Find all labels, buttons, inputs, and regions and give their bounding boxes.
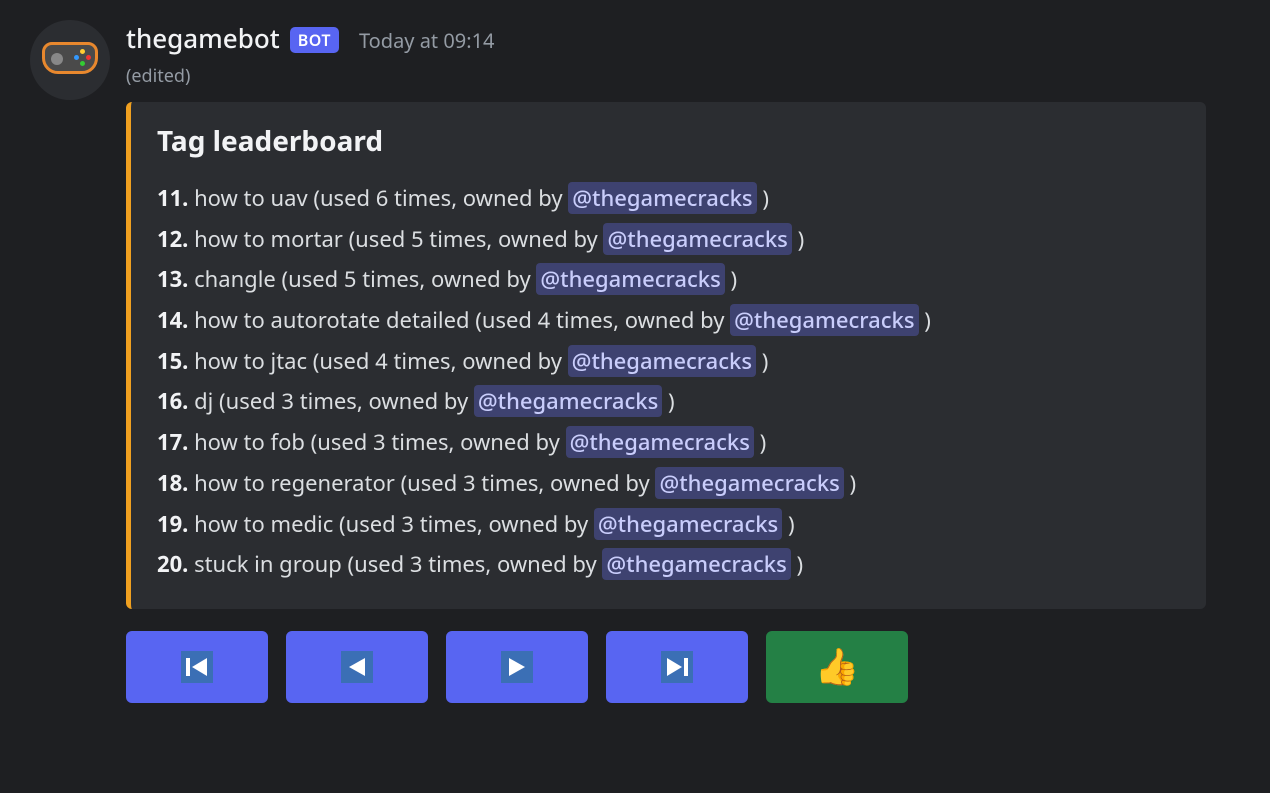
prev-page-button[interactable] xyxy=(286,631,428,703)
leaderboard-row: 17. how to fob (used 3 times, owned by @… xyxy=(157,422,1180,463)
user-mention[interactable]: @thegamecracks xyxy=(568,182,756,214)
rank: 11. xyxy=(157,183,188,213)
last-page-button[interactable] xyxy=(606,631,748,703)
rank: 18. xyxy=(157,468,188,498)
leaderboard-row: 14. how to autorotate detailed (used 4 t… xyxy=(157,300,1180,341)
rank: 16. xyxy=(157,386,188,416)
first-page-button[interactable] xyxy=(126,631,268,703)
username[interactable]: thegamebot xyxy=(126,20,280,56)
next-page-button[interactable] xyxy=(446,631,588,703)
buttons-row: 👍 xyxy=(126,631,1240,703)
rank: 14. xyxy=(157,305,188,335)
user-mention[interactable]: @thegamecracks xyxy=(536,263,724,295)
user-mention[interactable]: @thegamecracks xyxy=(568,345,756,377)
leaderboard-row: 13. changle (used 5 times, owned by @the… xyxy=(157,259,1180,300)
rank: 19. xyxy=(157,509,188,539)
avatar-controller-icon xyxy=(42,42,98,78)
user-mention[interactable]: @thegamecracks xyxy=(594,508,782,540)
skip-forward-icon xyxy=(657,647,697,687)
message-container: thegamebot BOT Today at 09:14 (edited) T… xyxy=(30,20,1240,703)
edited-label: (edited) xyxy=(126,64,1240,88)
message-header: thegamebot BOT Today at 09:14 xyxy=(126,20,1240,56)
user-mention[interactable]: @thegamecracks xyxy=(730,304,918,336)
embed-title: Tag leaderboard xyxy=(157,122,1180,160)
leaderboard-row: 16. dj (used 3 times, owned by @thegamec… xyxy=(157,381,1180,422)
rank: 15. xyxy=(157,346,188,376)
embed-body: 11. how to uav (used 6 times, owned by @… xyxy=(157,178,1180,585)
skip-back-icon xyxy=(177,647,217,687)
user-mention[interactable]: @thegamecracks xyxy=(474,385,662,417)
leaderboard-row: 18. how to regenerator (used 3 times, ow… xyxy=(157,463,1180,504)
play-back-icon xyxy=(337,647,377,687)
user-mention[interactable]: @thegamecracks xyxy=(566,426,754,458)
leaderboard-row: 12. how to mortar (used 5 times, owned b… xyxy=(157,219,1180,260)
confirm-button[interactable]: 👍 xyxy=(766,631,908,703)
rank: 20. xyxy=(157,549,188,579)
rank: 12. xyxy=(157,224,188,254)
rank: 17. xyxy=(157,427,188,457)
message-content: thegamebot BOT Today at 09:14 (edited) T… xyxy=(126,20,1240,703)
leaderboard-row: 20. stuck in group (used 3 times, owned … xyxy=(157,544,1180,585)
play-forward-icon xyxy=(497,647,537,687)
leaderboard-row: 11. how to uav (used 6 times, owned by @… xyxy=(157,178,1180,219)
rank: 13. xyxy=(157,264,188,294)
timestamp: Today at 09:14 xyxy=(359,27,495,54)
leaderboard-row: 15. how to jtac (used 4 times, owned by … xyxy=(157,341,1180,382)
leaderboard-row: 19. how to medic (used 3 times, owned by… xyxy=(157,504,1180,545)
user-mention[interactable]: @thegamecracks xyxy=(655,467,843,499)
thumbs-up-icon: 👍 xyxy=(815,649,860,685)
bot-badge: BOT xyxy=(290,27,339,53)
avatar xyxy=(30,20,110,100)
user-mention[interactable]: @thegamecracks xyxy=(603,223,791,255)
embed: Tag leaderboard 11. how to uav (used 6 t… xyxy=(126,102,1206,609)
user-mention[interactable]: @thegamecracks xyxy=(602,548,790,580)
